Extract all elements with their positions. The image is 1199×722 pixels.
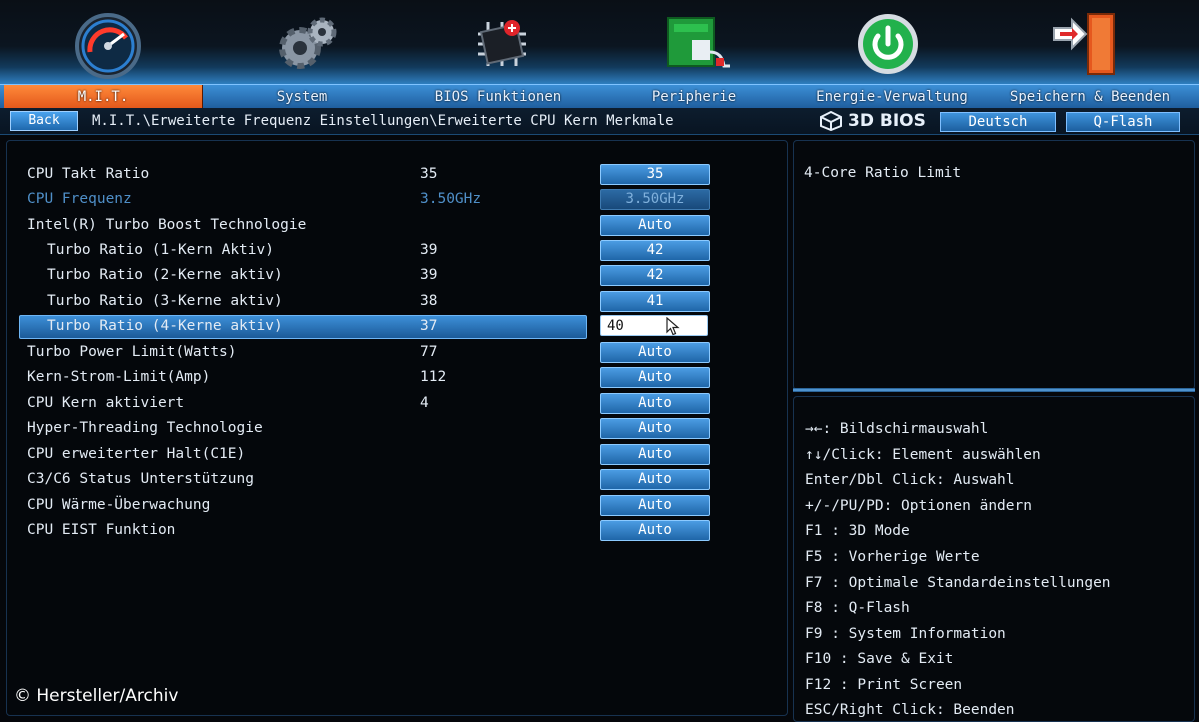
setting-label: Turbo Ratio (2-Kerne aktiv) xyxy=(47,267,283,283)
help-text: 4-Core Ratio Limit xyxy=(804,165,962,181)
key-help-item: F7 : Optimale Standardeinstellungen xyxy=(805,575,1111,591)
setting-label: CPU Kern aktiviert xyxy=(27,395,185,411)
setting-row-c1e[interactable]: CPU erweiterter Halt(C1E) Auto xyxy=(7,443,787,468)
setting-current-value: 3.50GHz xyxy=(420,191,482,207)
setting-value-button[interactable]: Auto xyxy=(600,393,710,414)
3d-bios-logo[interactable]: 3D BIOS xyxy=(820,111,926,131)
setting-label: CPU Frequenz xyxy=(27,191,132,207)
back-button[interactable]: Back xyxy=(10,111,78,131)
setting-value-button[interactable]: Auto xyxy=(600,469,710,490)
setting-current-value: 38 xyxy=(420,293,438,309)
setting-current-value: 39 xyxy=(420,267,438,283)
setting-value-button[interactable]: Auto xyxy=(600,215,710,236)
key-help-item: F1 : 3D Mode xyxy=(805,523,910,539)
setting-row-waerme-ueberwachung[interactable]: CPU Wärme-Überwachung Auto xyxy=(7,494,787,519)
panel-divider xyxy=(793,388,1195,392)
setting-row-hyper-threading[interactable]: Hyper-Threading Technologie Auto xyxy=(7,417,787,442)
setting-label: C3/C6 Status Unterstützung xyxy=(27,471,254,487)
setting-value-button[interactable]: 42 xyxy=(600,265,710,286)
help-panel: 4-Core Ratio Limit xyxy=(793,140,1195,390)
setting-label: CPU EIST Funktion xyxy=(27,522,176,538)
setting-row-eist[interactable]: CPU EIST Funktion Auto xyxy=(7,519,787,544)
input-value: 40 xyxy=(607,318,624,334)
setting-label: Kern-Strom-Limit(Amp) xyxy=(27,369,211,385)
setting-current-value: 37 xyxy=(420,318,438,334)
language-button[interactable]: Deutsch xyxy=(940,112,1056,132)
setting-row-turbo-ratio-1[interactable]: Turbo Ratio (1-Kern Aktiv) 39 42 xyxy=(7,239,787,264)
setting-value-button[interactable]: Auto xyxy=(600,418,710,439)
mouse-cursor-icon xyxy=(666,317,680,336)
setting-row-kern-strom-limit[interactable]: Kern-Strom-Limit(Amp) 112 Auto xyxy=(7,366,787,391)
main-menu-tabs: M.I.T. System BIOS Funktionen Peripherie… xyxy=(0,84,1199,110)
setting-row-turbo-power-limit[interactable]: Turbo Power Limit(Watts) 77 Auto xyxy=(7,341,787,366)
tab-mit[interactable]: M.I.T. xyxy=(4,85,203,109)
setting-value-button[interactable]: 41 xyxy=(600,291,710,312)
setting-value-button[interactable]: 35 xyxy=(600,164,710,185)
logo-text: 3D BIOS xyxy=(848,111,926,131)
setting-current-value: 112 xyxy=(420,369,447,385)
setting-label: CPU Takt Ratio xyxy=(27,166,150,182)
setting-label: Turbo Ratio (3-Kerne aktiv) xyxy=(47,293,283,309)
tab-peripherie[interactable]: Peripherie xyxy=(604,85,784,109)
key-help-item: ↑↓/Click: Element auswählen xyxy=(805,447,1041,463)
setting-current-value: 77 xyxy=(420,344,438,360)
setting-label: Turbo Ratio (1-Kern Aktiv) xyxy=(47,242,274,258)
setting-row-turbo-ratio-2[interactable]: Turbo Ratio (2-Kerne aktiv) 39 42 xyxy=(7,264,787,289)
setting-row-c3-c6[interactable]: C3/C6 Status Unterstützung Auto xyxy=(7,468,787,493)
setting-value-button[interactable]: Auto xyxy=(600,520,710,541)
top-icon-band xyxy=(0,0,1199,84)
setting-row-turbo-ratio-4[interactable]: Turbo Ratio (4-Kerne aktiv) 37 40 xyxy=(7,315,787,340)
power-icon[interactable] xyxy=(846,6,930,82)
setting-row-turbo-ratio-3[interactable]: Turbo Ratio (3-Kerne aktiv) 38 41 xyxy=(7,290,787,315)
setting-value-button: 3.50GHz xyxy=(600,189,710,210)
setting-label: CPU erweiterter Halt(C1E) xyxy=(27,446,246,462)
setting-current-value: 4 xyxy=(420,395,429,411)
setting-current-value: 39 xyxy=(420,242,438,258)
cube-icon xyxy=(820,111,842,131)
key-help-item: F5 : Vorherige Werte xyxy=(805,549,980,565)
key-help-item: F10 : Save & Exit xyxy=(805,651,954,667)
key-help-item: Enter/Dbl Click: Auswahl xyxy=(805,472,1015,488)
breadcrumb: M.I.T.\Erweiterte Frequenz Einstellungen… xyxy=(92,113,674,129)
key-help-panel: →←: Bildschirmauswahl ↑↓/Click: Element … xyxy=(793,396,1195,722)
setting-label: CPU Wärme-Überwachung xyxy=(27,497,211,513)
key-help-item: →←: Bildschirmauswahl xyxy=(805,421,989,437)
key-help-item: +/-/PU/PD: Optionen ändern xyxy=(805,498,1032,514)
setting-row-cpu-frequenz: CPU Frequenz 3.50GHz 3.50GHz xyxy=(7,188,787,213)
key-help-item: ESC/Right Click: Beenden xyxy=(805,702,1015,718)
setting-label: Turbo Power Limit(Watts) xyxy=(27,344,237,360)
chip-icon[interactable] xyxy=(460,6,544,82)
setting-value-button[interactable]: 42 xyxy=(600,240,710,261)
setting-label: Hyper-Threading Technologie xyxy=(27,420,263,436)
setting-row-turbo-boost[interactable]: Intel(R) Turbo Boost Technologie Auto xyxy=(7,214,787,239)
tab-energie-verwaltung[interactable]: Energie-Verwaltung xyxy=(800,85,984,109)
setting-value-button[interactable]: Auto xyxy=(600,342,710,363)
gears-icon[interactable] xyxy=(266,6,350,82)
setting-row-cpu-takt-ratio[interactable]: CPU Takt Ratio 35 35 xyxy=(7,163,787,188)
breadcrumb-bar: Back M.I.T.\Erweiterte Frequenz Einstell… xyxy=(0,108,1199,135)
exit-door-icon[interactable] xyxy=(1044,6,1128,82)
setting-value-button[interactable]: Auto xyxy=(600,444,710,465)
key-help-item: F8 : Q-Flash xyxy=(805,600,910,616)
tab-system[interactable]: System xyxy=(212,85,392,109)
setting-current-value: 35 xyxy=(420,166,438,182)
speedometer-icon[interactable] xyxy=(66,6,150,82)
key-help-item: F9 : System Information xyxy=(805,626,1006,642)
peripheral-board-icon[interactable] xyxy=(656,6,740,82)
setting-value-button[interactable]: Auto xyxy=(600,495,710,516)
qflash-button[interactable]: Q-Flash xyxy=(1066,112,1180,132)
settings-panel: CPU Takt Ratio 35 35 CPU Frequenz 3.50GH… xyxy=(6,140,788,716)
setting-label: Turbo Ratio (4-Kerne aktiv) xyxy=(47,318,283,334)
setting-label: Intel(R) Turbo Boost Technologie xyxy=(27,217,307,233)
key-help-item: F12 : Print Screen xyxy=(805,677,963,693)
tab-speichern-beenden[interactable]: Speichern & Beenden xyxy=(992,85,1188,109)
setting-value-button[interactable]: Auto xyxy=(600,367,710,388)
copyright-watermark: © Hersteller/Archiv xyxy=(14,686,179,706)
setting-value-input[interactable]: 40 xyxy=(600,315,708,336)
tab-bios-funktionen[interactable]: BIOS Funktionen xyxy=(408,85,588,109)
setting-row-cpu-kern-aktiviert[interactable]: CPU Kern aktiviert 4 Auto xyxy=(7,392,787,417)
